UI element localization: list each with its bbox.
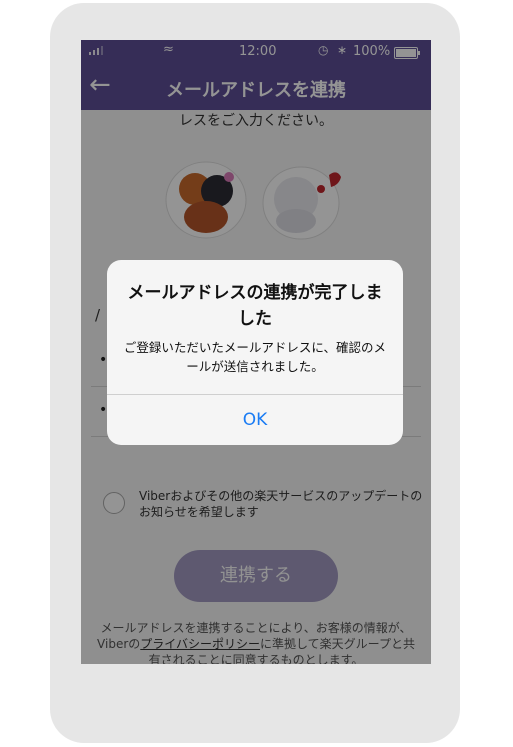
dialog-title: メールアドレスの連携が完了しました xyxy=(127,283,383,329)
dialog-message: ご登録いただいたメールアドレスに、確認のメールが送信されました。 xyxy=(123,340,387,374)
completion-dialog: メールアドレスの連携が完了しました ご登録いただいたメールアドレスに、確認のメー… xyxy=(107,260,403,445)
phone-screen: ≈ 12:00 ◷ ∗ 100% ← メールアドレスを連携 レスをご入力ください… xyxy=(81,40,431,664)
ok-button[interactable]: OK xyxy=(107,395,403,445)
